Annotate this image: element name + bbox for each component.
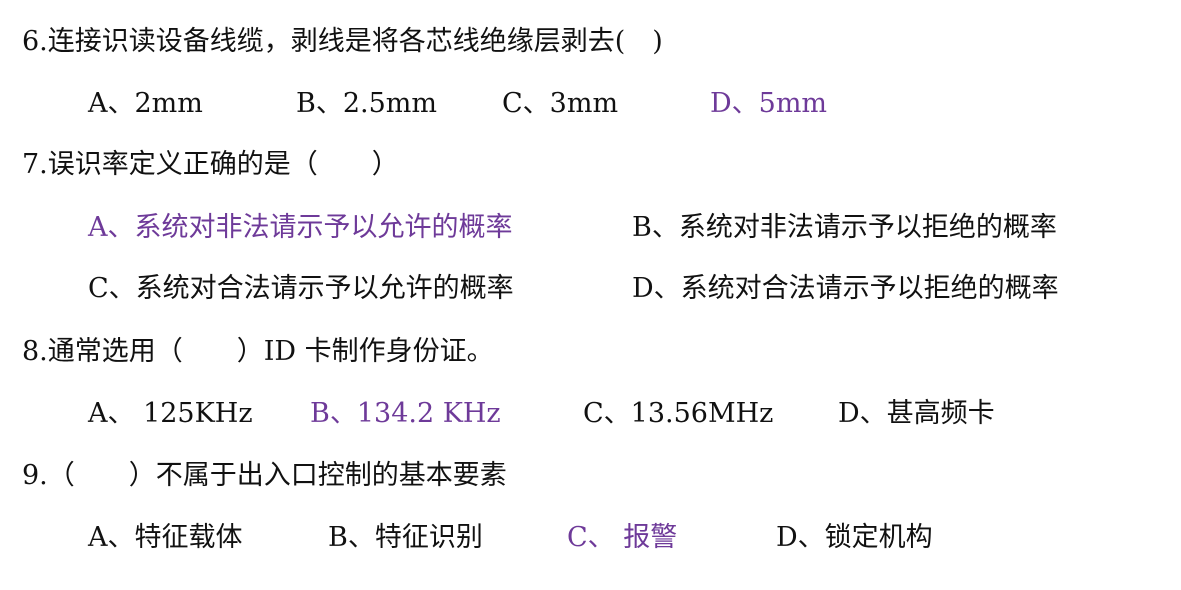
question-9-option-a: A、特征载体: [88, 522, 243, 553]
question-8-stem: 8.通常选用（ ）ID 卡制作身份证。: [22, 336, 494, 367]
question-6-option-b: B、2.5mm: [296, 88, 437, 119]
question-6-option-c: C、3mm: [502, 88, 619, 119]
question-7-stem: 7.误识率定义正确的是（ ）: [22, 149, 399, 180]
question-7-option-b: B、系统对非法请示予以拒绝的概率: [632, 212, 1057, 243]
question-6-stem: 6.连接识读设备线缆，剥线是将各芯线绝缘层剥去( ): [22, 26, 663, 57]
question-9-option-c: C、 报警: [567, 522, 678, 553]
question-8-option-d: D、甚高频卡: [838, 398, 995, 429]
question-9-option-d: D、锁定机构: [776, 522, 933, 553]
question-9-option-b: B、特征识别: [328, 522, 483, 553]
question-8-option-c: C、13.56MHz: [583, 398, 774, 429]
question-8-option-a: A、 125KHz: [88, 398, 253, 429]
question-7-option-c: C、系统对合法请示予以允许的概率: [88, 273, 514, 304]
question-7-option-a: A、系统对非法请示予以允许的概率: [88, 212, 513, 243]
question-6-option-a: A、2mm: [88, 88, 203, 119]
question-sheet: 6.连接识读设备线缆，剥线是将各芯线绝缘层剥去( ) A、2mm B、2.5mm…: [0, 0, 1181, 590]
question-7-option-d: D、系统对合法请示予以拒绝的概率: [632, 273, 1059, 304]
question-8-option-b: B、134.2 KHz: [310, 398, 501, 429]
question-6-option-d: D、5mm: [710, 88, 828, 119]
question-9-stem: 9.（ ）不属于出入口控制的基本要素: [22, 460, 507, 491]
